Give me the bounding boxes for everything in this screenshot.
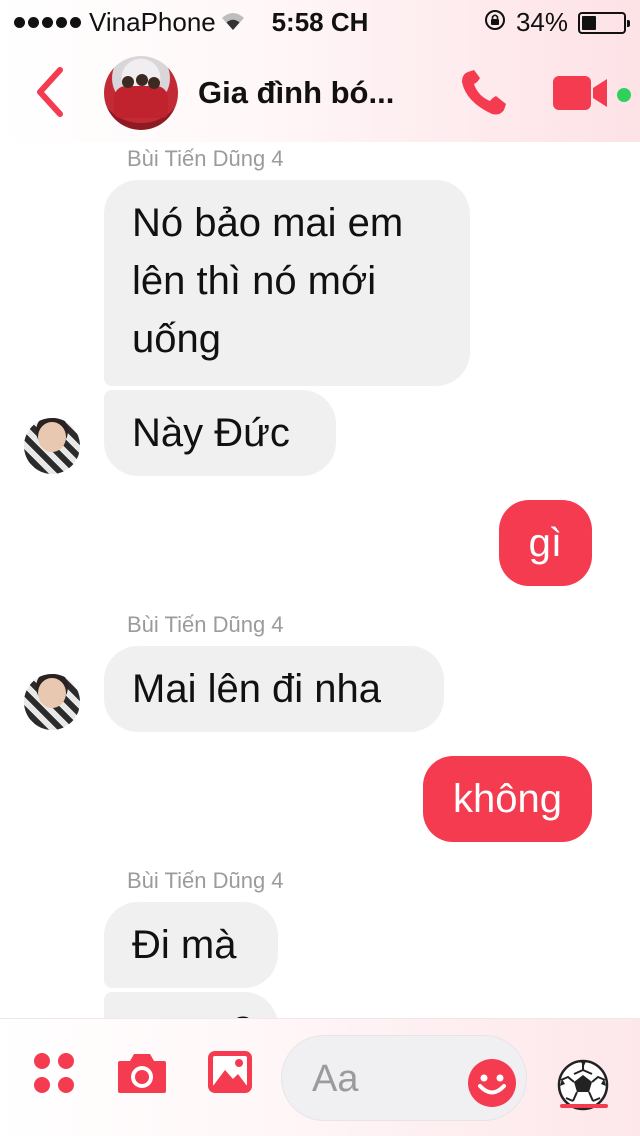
battery-icon [578, 11, 630, 34]
message-thread[interactable]: Bùi Tiến Dũng 4 Nó bảo mai em lên thì nó… [0, 142, 640, 1018]
incoming-message-bubble[interactable]: Đi mà [104, 902, 278, 988]
video-camera-icon [553, 76, 607, 110]
status-right: 34% [484, 7, 630, 38]
message-text: Này Đức [132, 411, 290, 455]
group-avatar[interactable] [104, 56, 178, 130]
back-button[interactable] [30, 66, 70, 118]
sender-name: Bùi Tiến Dũng 4 [127, 146, 284, 171]
four-dots-icon [34, 1053, 74, 1093]
sender-avatar[interactable] [24, 674, 80, 730]
message-text: ạ [132, 1003, 254, 1018]
sender-name: Bùi Tiến Dũng 4 [127, 612, 284, 637]
smiley-icon [468, 1059, 516, 1107]
voice-call-button[interactable] [458, 68, 512, 118]
incoming-message-bubble[interactable]: ạ [104, 992, 278, 1018]
chevron-left-icon [37, 67, 63, 117]
incoming-message-bubble[interactable]: Nó bảo mai em lên thì nó mới uống [104, 180, 470, 386]
battery-percent: 34% [515, 7, 568, 37]
top-bar: VinaPhone 5:58 CH 34% Gia đình bó... [0, 0, 640, 142]
message-text: Mai lên đi nha [132, 667, 382, 711]
incoming-message-bubble[interactable]: Mai lên đi nha [104, 646, 444, 732]
sender-name: Bùi Tiến Dũng 4 [127, 868, 284, 893]
online-status-dot [617, 88, 631, 102]
selected-reaction-underline [560, 1104, 608, 1108]
message-text: Đi mà [132, 923, 237, 967]
photo-gallery-button[interactable] [206, 1049, 254, 1095]
team-photo [114, 76, 168, 118]
battery-fill [582, 15, 596, 30]
composer-bar: Aa [0, 1018, 640, 1136]
message-text: gì [528, 521, 562, 565]
outgoing-message-bubble[interactable]: không [423, 756, 592, 842]
camera-icon [118, 1054, 166, 1093]
message-text: không [453, 777, 562, 821]
phone-icon [462, 70, 506, 115]
camera-button[interactable] [116, 1051, 168, 1095]
more-apps-button[interactable] [32, 1051, 76, 1095]
video-call-button[interactable] [553, 74, 609, 112]
sender-avatar[interactable] [24, 418, 80, 474]
conversation-header: Gia đình bó... [0, 44, 640, 142]
message-text-line: Nó bảo mai em [132, 201, 404, 245]
message-text-line: uống [132, 317, 221, 361]
incoming-message-bubble[interactable]: Này Đức [104, 390, 336, 476]
status-bar: VinaPhone 5:58 CH 34% [0, 0, 640, 40]
outgoing-message-bubble[interactable]: gì [498, 500, 592, 586]
conversation-title[interactable]: Gia đình bó... [198, 75, 394, 111]
rotation-lock-icon [484, 7, 506, 38]
message-text-line: lên thì nó mới [132, 259, 377, 303]
image-icon [208, 1051, 252, 1093]
message-input-placeholder: Aa [312, 1058, 359, 1100]
emoji-button[interactable] [466, 1057, 518, 1109]
